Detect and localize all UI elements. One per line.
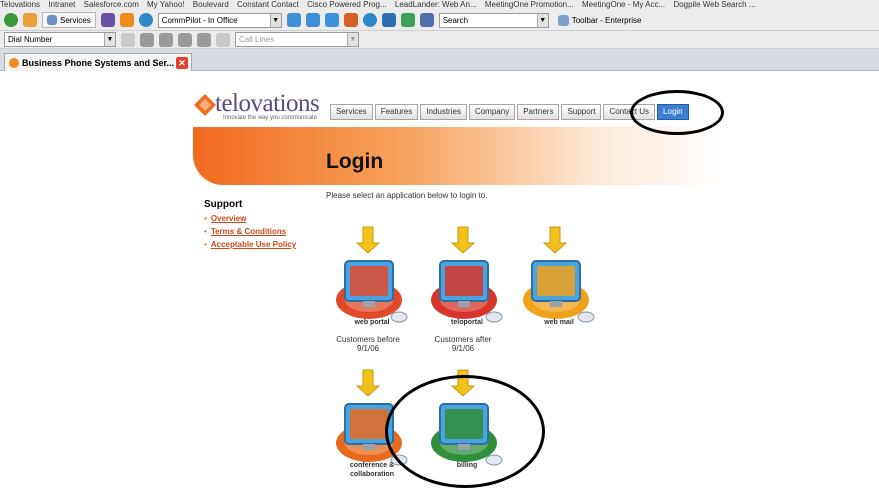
page-intro: Please select an application below to lo…	[326, 191, 488, 200]
support-link-item: • Overview	[204, 214, 296, 223]
chevron-down-icon: ▼	[104, 33, 115, 46]
hangup-icon[interactable]	[216, 32, 230, 47]
person-green-icon[interactable]	[400, 13, 415, 27]
logo-text: telovations	[215, 90, 320, 117]
tab-bar: Business Phone Systems and Ser... ✕	[0, 49, 879, 71]
support-link-item: • Acceptable Use Policy	[204, 240, 296, 249]
telovations-logo[interactable]: telovations Innovate the way you communi…	[193, 90, 328, 123]
status-green-icon[interactable]	[4, 13, 18, 27]
refresh-icon[interactable]	[138, 13, 153, 27]
people-icon[interactable]	[419, 13, 434, 27]
support-link-item: • Terms & Conditions	[204, 227, 296, 236]
support-links: • Overview • Terms & Conditions • Acceptabl…	[204, 214, 296, 253]
header-banner	[193, 127, 723, 185]
globe-icon[interactable]	[362, 13, 377, 27]
contact-remove-icon[interactable]	[324, 13, 339, 27]
bookmark-dogpile[interactable]: Dogpile Web Search ...	[673, 0, 755, 9]
search-select[interactable]: Search ▼	[438, 12, 549, 28]
bookmark-salesforce[interactable]: Salesforce.com	[84, 0, 139, 9]
chevron-down-icon: ▼	[269, 13, 281, 27]
chevron-down-icon: ▼	[347, 33, 358, 46]
toolbar-dial: Dial Number ▼ Call Lines ▼	[0, 31, 879, 49]
services-icon	[47, 15, 57, 25]
app-label: web portal	[354, 319, 390, 326]
contact-add-icon[interactable]	[305, 13, 320, 27]
bullet-icon: •	[204, 214, 207, 223]
commpilot-status-value: CommPilot - In Office	[161, 15, 238, 25]
app-label: teloportal	[451, 319, 483, 326]
bookmark-leadlander[interactable]: LeadLander: Web An...	[395, 0, 477, 9]
page-title: Login	[326, 150, 384, 173]
close-tab-icon[interactable]: ✕	[176, 56, 188, 69]
services-button[interactable]: Services	[42, 12, 96, 28]
logo-tagline: Innovate the way you communicate	[223, 115, 318, 121]
tab-title: Business Phone Systems and Ser...	[22, 57, 175, 68]
bullet-icon: •	[204, 227, 207, 236]
bookmark-intranet[interactable]: Intranet	[48, 0, 75, 9]
app-label: web mail	[544, 319, 574, 326]
bookmark-meetingone-account[interactable]: MeetingOne - My Acc...	[582, 0, 665, 9]
nav-company[interactable]: Company	[468, 104, 516, 120]
diamond-logo-icon	[194, 94, 216, 116]
directory-icon[interactable]	[100, 13, 115, 27]
tab-business-phone-systems[interactable]: Business Phone Systems and Ser... ✕	[4, 53, 192, 71]
call-lines-value: Call Lines	[239, 35, 275, 44]
nav-partners[interactable]: Partners	[517, 104, 560, 120]
transfer-icon[interactable]	[159, 32, 173, 47]
contact-blue-icon[interactable]	[286, 13, 301, 27]
gear-icon[interactable]	[23, 13, 37, 27]
terms-conditions-link[interactable]: Terms & Conditions	[211, 227, 286, 236]
nav-industries[interactable]: Industries	[420, 104, 467, 120]
dial-number-select[interactable]: Dial Number ▼	[4, 32, 116, 47]
highlight-circle-login	[630, 90, 724, 135]
bookmarks-bar: Telovations Intranet Salesforce.com My Y…	[0, 0, 879, 10]
app-caption: Customers after 9/1/06	[434, 335, 492, 353]
hold-icon[interactable]	[140, 32, 154, 47]
bookmark-meetingone-promo[interactable]: MeetingOne Promotion...	[485, 0, 574, 9]
nav-features[interactable]: Features	[374, 104, 419, 120]
bookmark-cisco[interactable]: Cisco Powered Prog...	[307, 0, 387, 9]
bookmark-telovations[interactable]: Telovations	[0, 0, 40, 9]
app-label: conference & collaboration	[349, 462, 395, 478]
call-lines-select[interactable]: Call Lines ▼	[235, 32, 359, 47]
conference-icon[interactable]	[178, 32, 192, 47]
chevron-down-icon: ▼	[536, 13, 548, 27]
phone-icon[interactable]	[121, 32, 135, 47]
commpilot-status-select[interactable]: CommPilot - In Office ▼	[157, 12, 282, 28]
bookmark-constant-contact[interactable]: Constant Contact	[237, 0, 299, 9]
user-icon[interactable]	[119, 13, 134, 27]
dial-number-value: Dial Number	[8, 35, 53, 44]
calendar-icon[interactable]	[381, 13, 396, 27]
toolbar-main: Services CommPilot - In Office ▼ Search ▼ …	[0, 10, 879, 31]
telovations-favicon-icon	[9, 57, 19, 68]
highlight-circle-billing	[385, 375, 545, 488]
acceptable-use-link[interactable]: Acceptable Use Policy	[211, 240, 296, 249]
bookmark-boulevard[interactable]: Boulevard	[193, 0, 229, 9]
nav-services[interactable]: Services	[330, 104, 373, 120]
overview-link[interactable]: Overview	[211, 214, 247, 223]
support-heading: Support	[204, 199, 243, 210]
bookmark-my-yahoo[interactable]: My Yahoo!	[147, 0, 185, 9]
toolbar-enterprise-button[interactable]: Toolbar - Enterprise	[554, 12, 646, 28]
bullet-icon: •	[204, 240, 207, 249]
search-value: Search	[442, 15, 469, 25]
toolbar-icon	[557, 14, 569, 26]
park-icon[interactable]	[197, 32, 211, 47]
toolbar-enterprise-label: Toolbar - Enterprise	[571, 15, 642, 25]
app-caption: Customers before 9/1/06	[336, 335, 400, 353]
nav-support[interactable]: Support	[561, 104, 602, 120]
contact-orange-icon[interactable]	[343, 13, 358, 27]
services-label: Services	[60, 15, 91, 25]
